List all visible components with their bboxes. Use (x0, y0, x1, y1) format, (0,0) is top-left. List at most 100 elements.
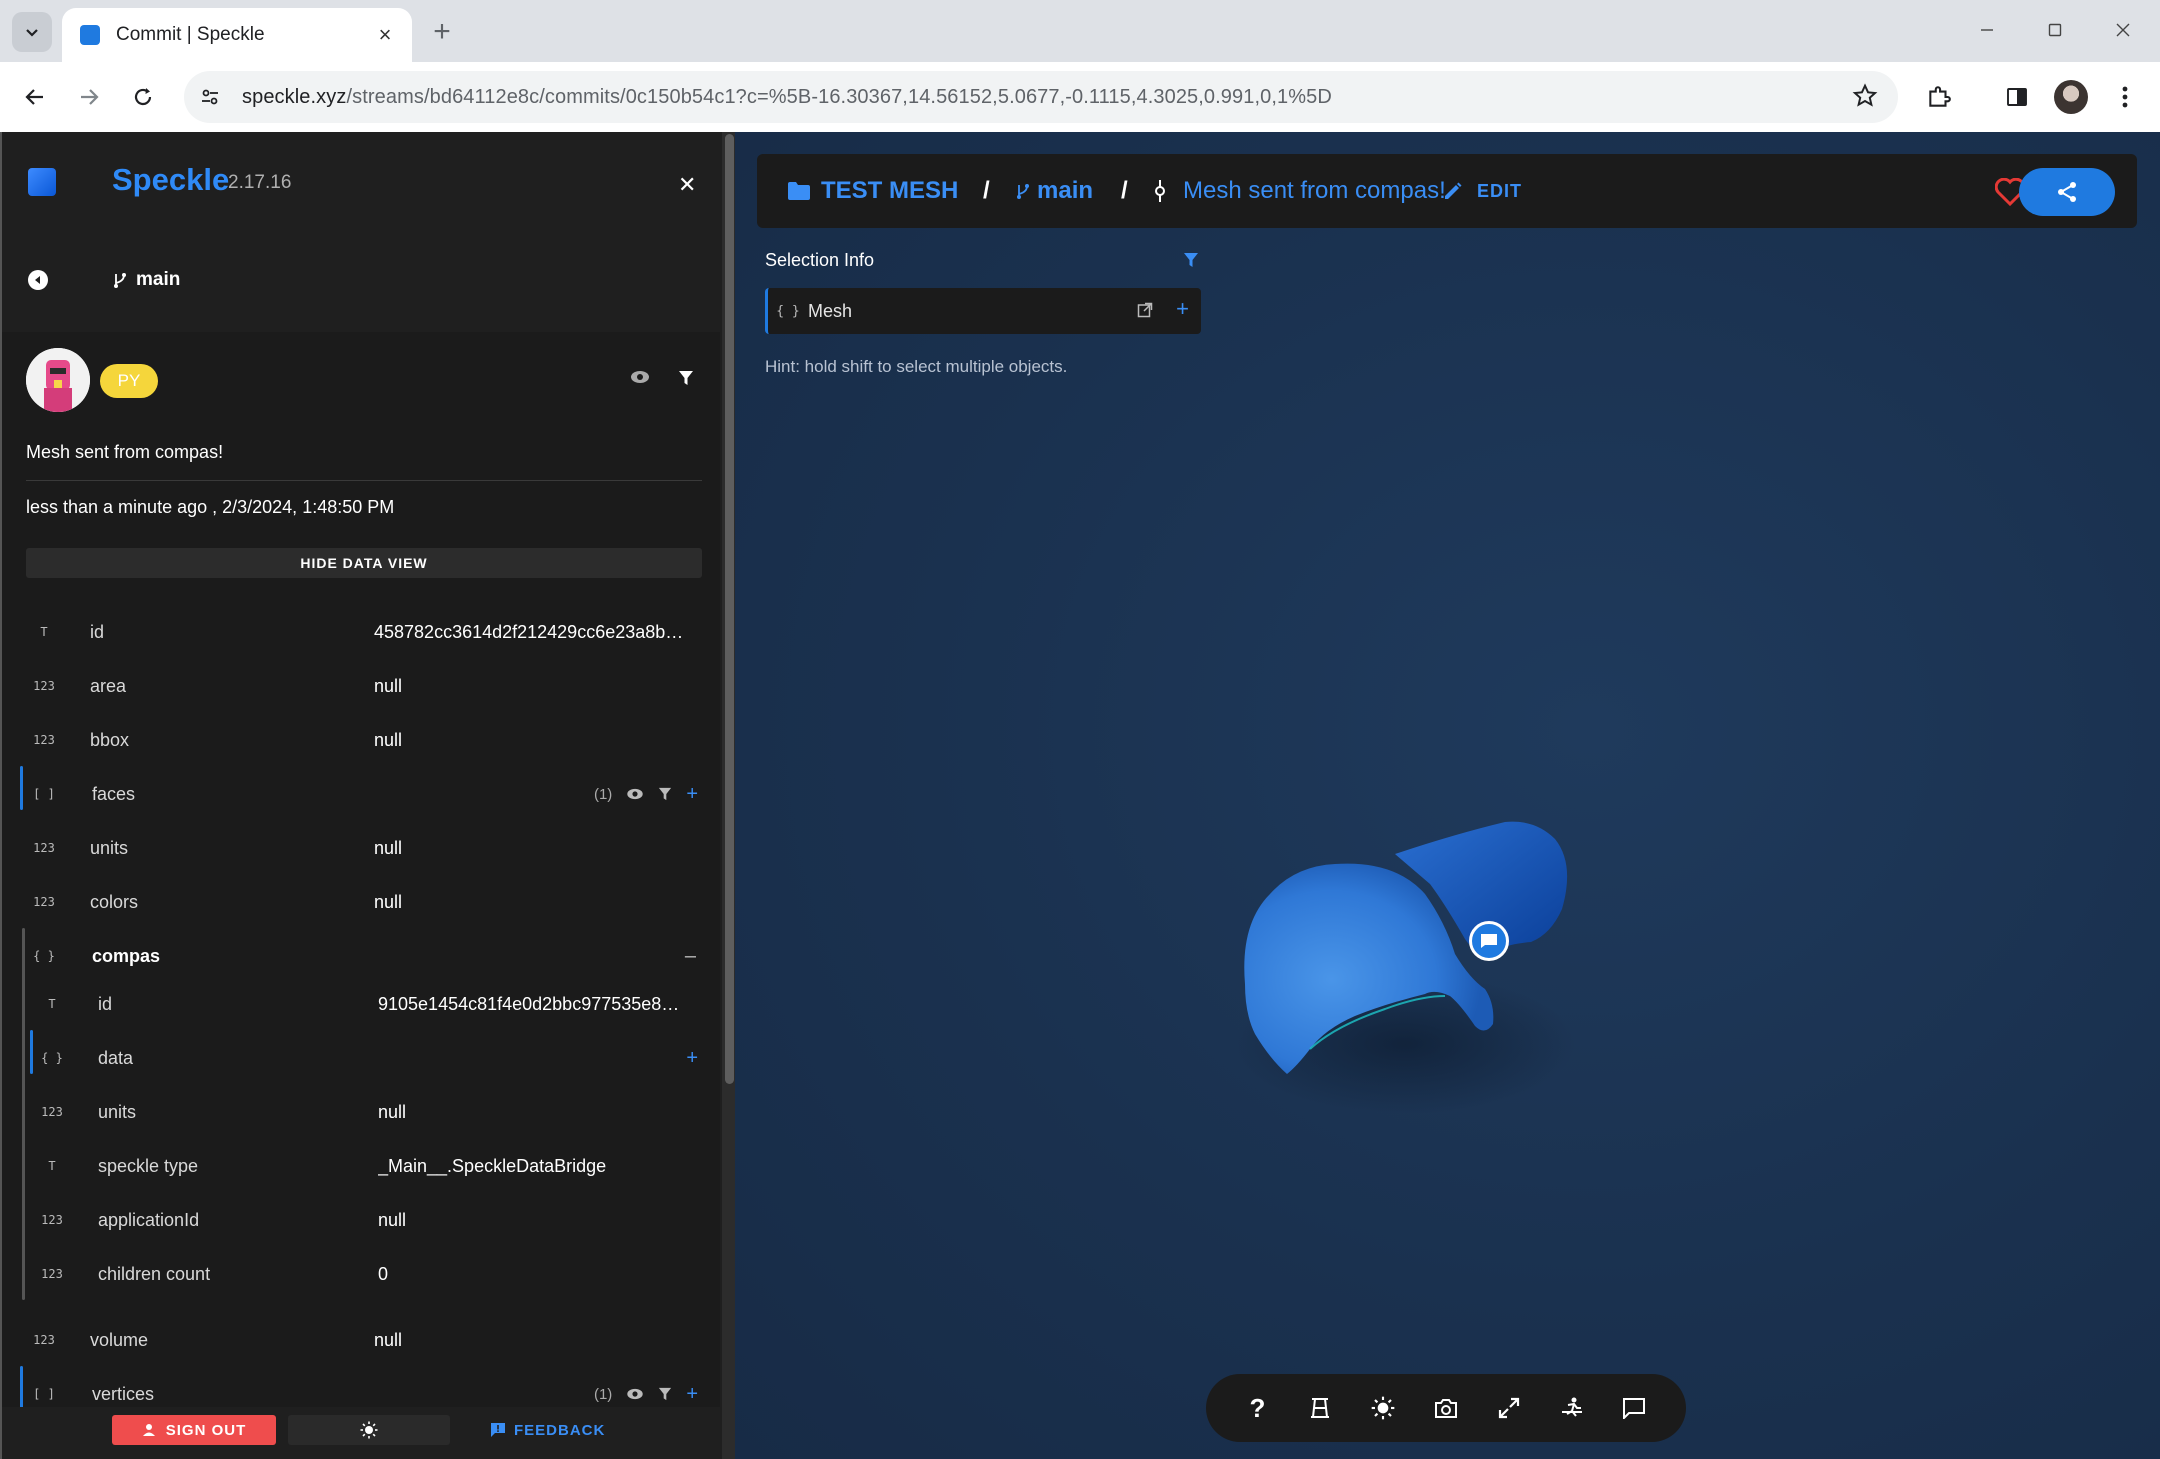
back-button[interactable] (14, 76, 56, 118)
close-sidebar-icon[interactable]: ✕ (678, 172, 696, 198)
browser-toolbar: speckle.xyz/streams/bd64112e8c/commits/0… (0, 62, 2160, 132)
tab-title: Commit | Speckle (116, 24, 265, 45)
close-window-button[interactable] (2100, 10, 2146, 50)
field-key: id (98, 993, 113, 1014)
object-type-icon: { } (41, 1051, 63, 1065)
url-path: /streams/bd64112e8c/commits/0c150b54c1?c… (346, 85, 1332, 108)
data-row[interactable]: T id 458782cc3614d2f212429cc6e23a8b… (26, 612, 706, 652)
reload-icon (134, 88, 152, 106)
brand-name[interactable]: Speckle (112, 162, 229, 198)
data-row[interactable]: 123 units null (26, 1092, 706, 1132)
data-row[interactable]: T id 9105e1454c81f4e0d2bbc977535e8… (26, 984, 706, 1024)
address-bar[interactable]: speckle.xyz/streams/bd64112e8c/commits/0… (184, 71, 1898, 123)
puzzle-icon (1929, 86, 1951, 107)
side-panel-button[interactable] (1996, 76, 2038, 118)
tab-close-icon[interactable]: × (372, 22, 398, 48)
share-button[interactable] (2019, 168, 2115, 216)
filter-icon[interactable] (678, 370, 694, 391)
data-row[interactable]: 123 colors null (26, 882, 706, 922)
mesh-object[interactable] (1235, 804, 1595, 1134)
tab-search-button[interactable] (12, 12, 52, 52)
filter-icon[interactable] (658, 1387, 672, 1401)
data-row[interactable]: 123 bbox null (26, 720, 706, 760)
filter-icon[interactable] (658, 787, 672, 801)
breadcrumb-separator: / (1121, 177, 1128, 204)
brand-version: 2.17.16 (228, 172, 292, 193)
comments-button[interactable] (1614, 1388, 1654, 1428)
breadcrumb-stream[interactable]: TEST MESH (787, 154, 958, 228)
edit-commit-button[interactable]: EDIT (1443, 154, 1522, 228)
back-arrow-icon[interactable] (28, 270, 48, 290)
data-row[interactable]: T speckle type _Main__.SpeckleDataBridge (26, 1146, 706, 1186)
sidebar-footer: SIGN OUT FEEDBACK (2, 1407, 722, 1459)
comment-pin-icon[interactable] (1469, 921, 1509, 961)
field-value: null (374, 891, 403, 912)
add-icon[interactable]: + (686, 1047, 698, 1070)
number-type-icon: 123 (33, 679, 55, 693)
minimize-button[interactable] (1964, 10, 2010, 50)
author-chip[interactable]: PY (100, 364, 158, 398)
viewer-canvas[interactable]: TEST MESH / main / Mesh sent from compas… (735, 132, 2160, 1459)
theme-toggle-button[interactable] (288, 1415, 450, 1445)
field-value: _Main__.SpeckleDataBridge (378, 1155, 607, 1176)
camera-view-button[interactable] (1300, 1388, 1340, 1428)
browser-tab[interactable]: Commit | Speckle × (62, 8, 412, 62)
data-row[interactable]: 123 applicationId null (26, 1200, 706, 1240)
hide-data-view-button[interactable]: HIDE DATA VIEW (26, 548, 702, 578)
breadcrumb-branch[interactable]: main (1015, 154, 1093, 228)
new-tab-button[interactable]: + (426, 15, 458, 48)
data-row[interactable]: 123 children count 0 (26, 1254, 706, 1294)
browser-menu-button[interactable] (2104, 76, 2146, 118)
field-value: null (378, 1209, 407, 1230)
data-row[interactable]: 123 area null (26, 666, 706, 706)
branch-link[interactable]: main (112, 269, 180, 291)
data-row-faces[interactable]: [ ] faces (1) + (26, 774, 706, 814)
sidebar-scrollbar-thumb[interactable] (725, 134, 734, 1084)
author-avatar[interactable] (26, 348, 90, 412)
eye-icon[interactable] (630, 370, 650, 389)
number-type-icon: 123 (41, 1105, 63, 1119)
help-button[interactable]: ? (1237, 1388, 1277, 1428)
open-in-new-icon[interactable] (1137, 302, 1153, 323)
field-key: id (90, 621, 105, 642)
eye-icon[interactable] (626, 788, 644, 800)
brand: Speckle 2.17.16 (28, 162, 291, 197)
commit-message: Mesh sent from compas! (26, 442, 224, 462)
screenshot-button[interactable] (1426, 1388, 1466, 1428)
section-box-button[interactable] (1552, 1388, 1592, 1428)
maximize-button[interactable] (2032, 10, 2078, 50)
text-type-icon: T (48, 997, 56, 1011)
text-type-icon: T (40, 625, 48, 639)
extensions-button[interactable] (1918, 76, 1960, 118)
add-icon[interactable]: + (686, 783, 698, 806)
breadcrumb-commit[interactable]: Mesh sent from compas! (1153, 154, 1446, 228)
minimize-icon (1981, 29, 1993, 31)
reload-button[interactable] (122, 76, 164, 118)
add-icon[interactable]: + (1176, 296, 1189, 322)
fullscreen-button[interactable] (1489, 1388, 1529, 1428)
selection-item-mesh[interactable]: { } Mesh + (765, 288, 1201, 334)
forward-button[interactable] (68, 76, 110, 118)
lighting-button[interactable] (1363, 1388, 1403, 1428)
sign-out-button[interactable]: SIGN OUT (112, 1415, 276, 1445)
filter-icon[interactable] (1183, 252, 1199, 273)
branch-icon (1017, 184, 1029, 199)
arrow-left-icon (25, 89, 43, 105)
commit-name: Mesh sent from compas! (1183, 177, 1446, 204)
profile-button[interactable] (2050, 76, 2092, 118)
bookmark-star-icon[interactable] (1852, 83, 1878, 114)
field-key: faces (92, 783, 136, 804)
eye-icon[interactable] (626, 1388, 644, 1400)
row-actions: (1) + (594, 783, 698, 806)
data-row-compas[interactable]: { } compas – (26, 936, 706, 976)
collapse-icon[interactable]: – (685, 945, 696, 968)
data-row[interactable]: 123 units null (26, 828, 706, 868)
sign-out-label: SIGN OUT (165, 1421, 247, 1439)
feedback-button[interactable]: FEEDBACK (490, 1415, 605, 1445)
add-icon[interactable]: + (686, 1383, 698, 1406)
field-key: bbox (90, 729, 130, 750)
data-row-data[interactable]: { } data + (26, 1038, 706, 1078)
data-row[interactable]: 123 volume null (26, 1320, 706, 1360)
site-info-icon[interactable] (190, 77, 230, 117)
field-key: data (98, 1047, 134, 1068)
